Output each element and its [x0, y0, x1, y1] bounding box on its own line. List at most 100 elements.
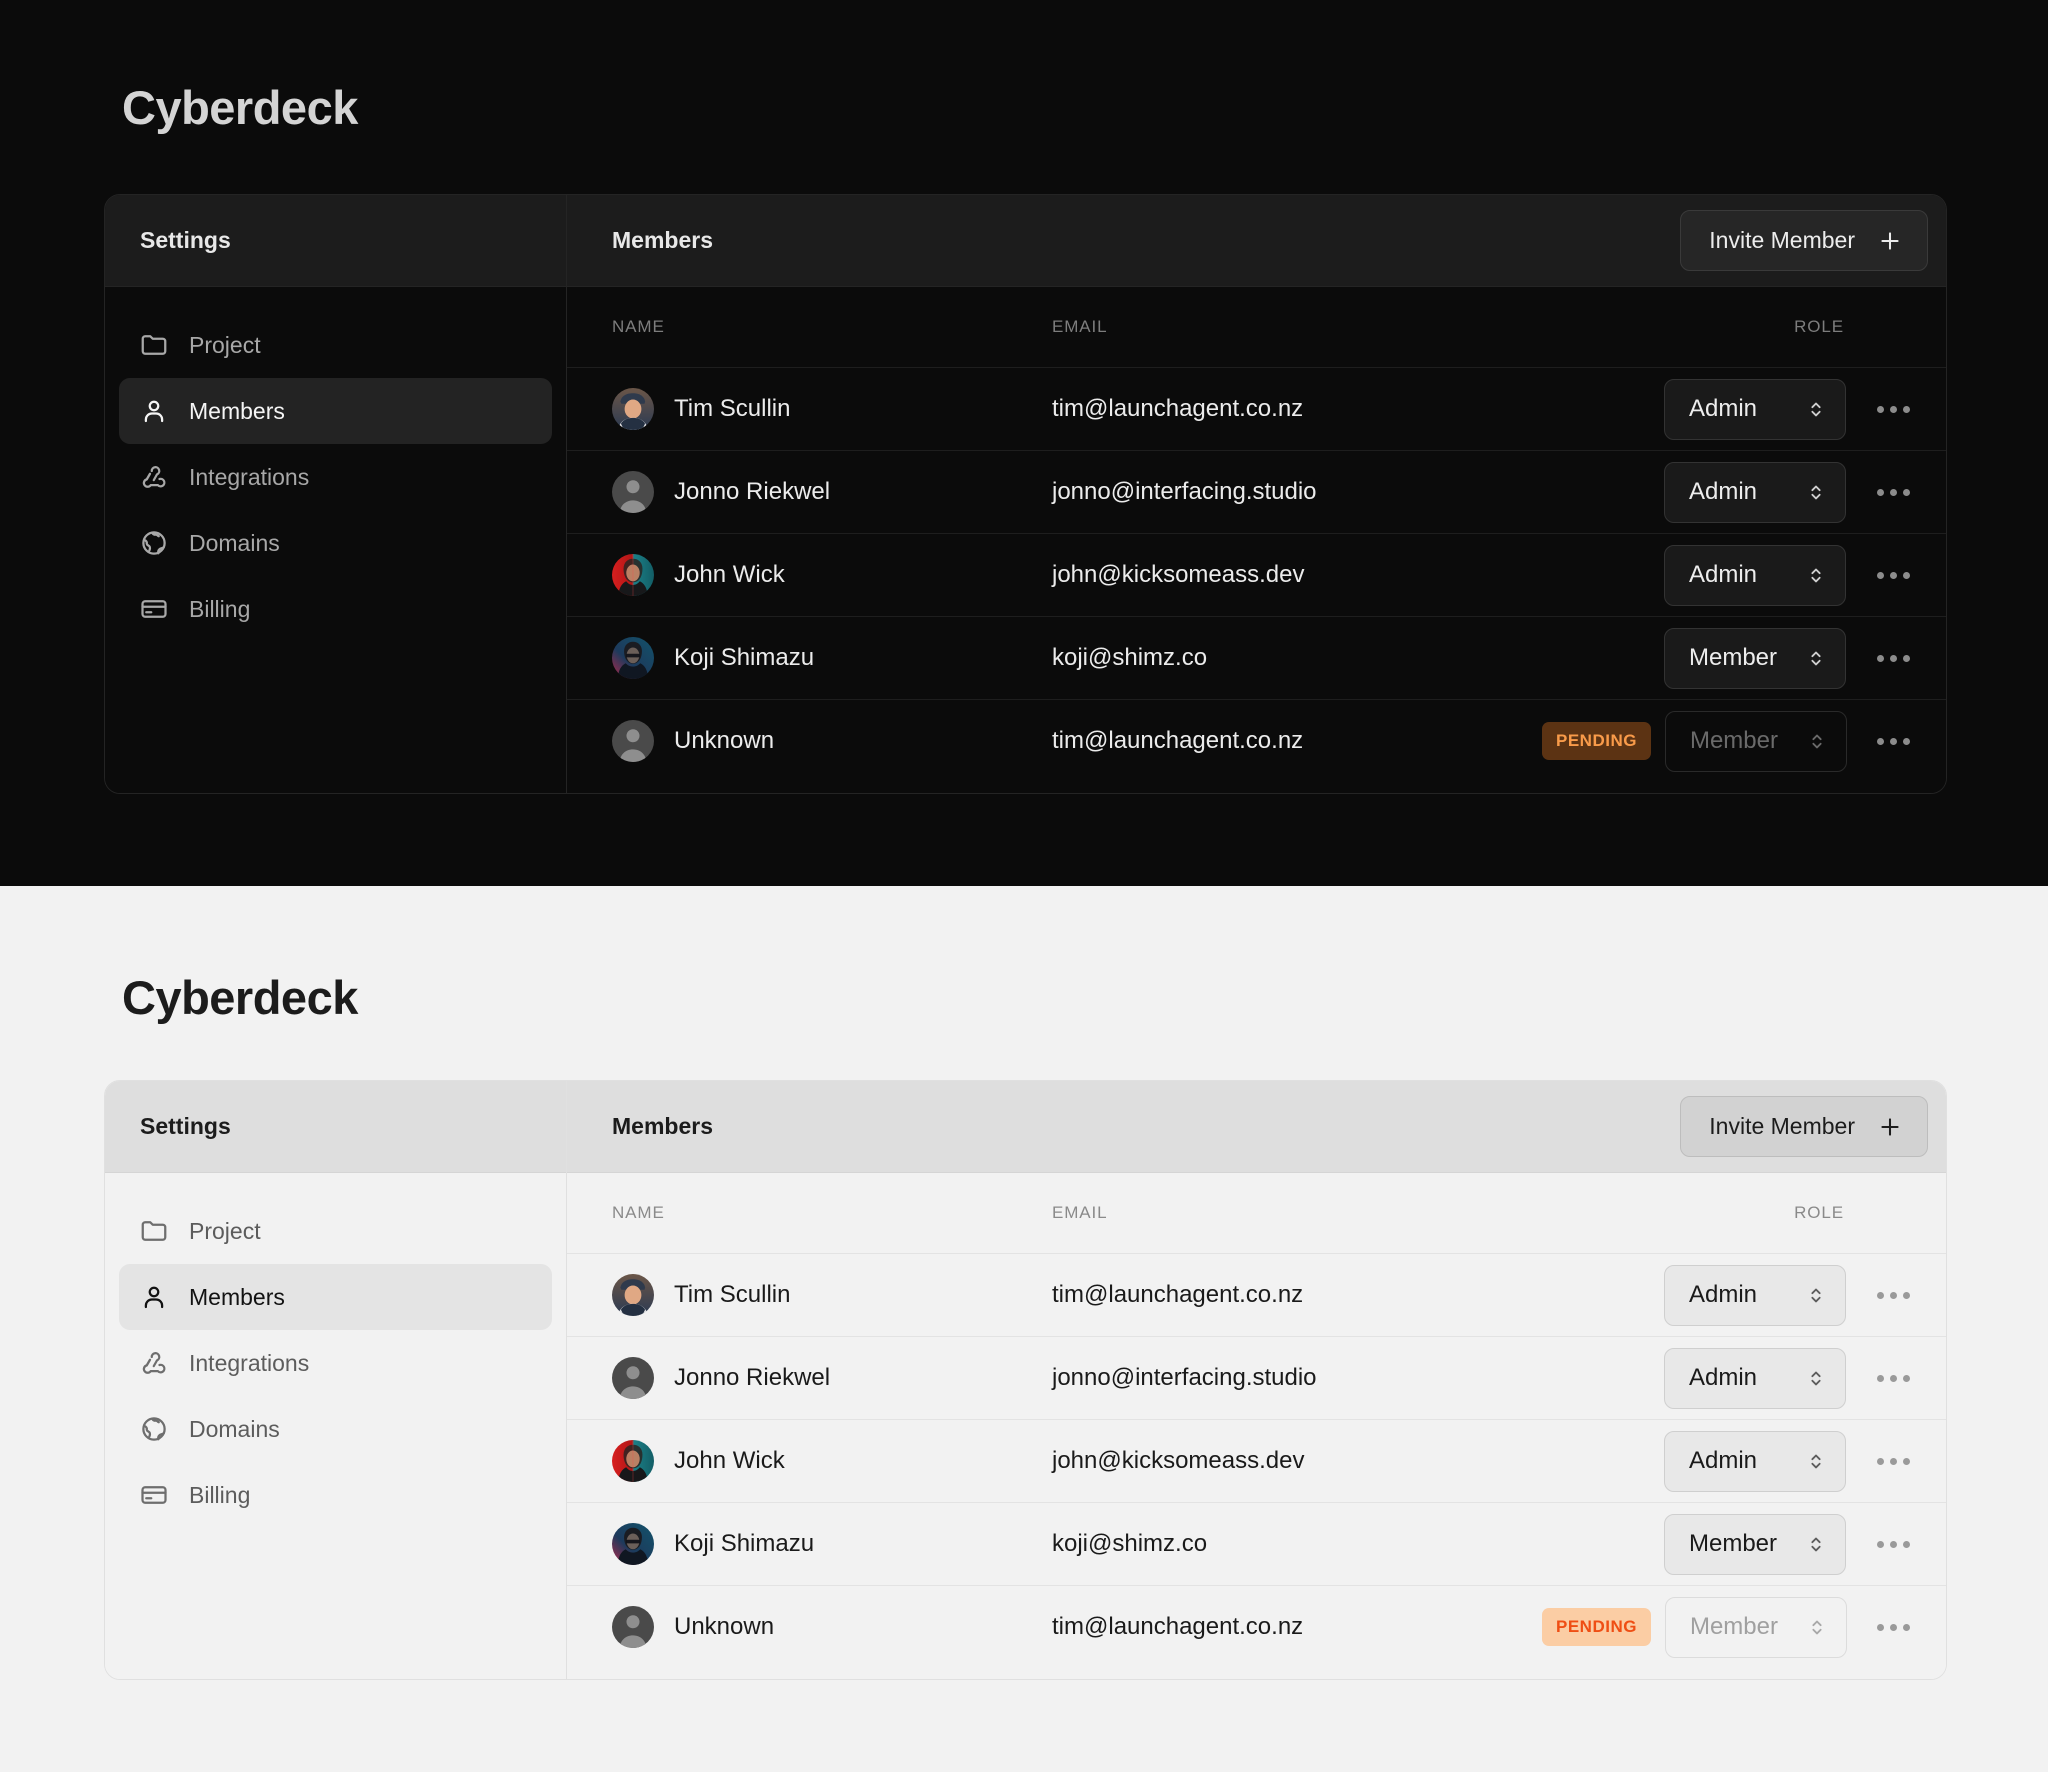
column-header-role: ROLE: [1542, 1203, 1920, 1223]
role-select-value: Admin: [1689, 1364, 1758, 1391]
sidebar-item-billing[interactable]: Billing: [119, 1462, 552, 1528]
sidebar-item-integrations[interactable]: Integrations: [119, 1330, 552, 1396]
members-content: Members Invite Member NAME EMAIL ROLE Ti…: [567, 195, 1946, 793]
sidebar-item-members[interactable]: Members: [119, 378, 552, 444]
avatar: [612, 554, 654, 596]
member-name: Koji Shimazu: [674, 644, 815, 671]
member-email: john@kicksomeass.dev: [1052, 1447, 1305, 1474]
column-header-email: EMAIL: [1052, 317, 1108, 336]
sidebar-item-domains[interactable]: Domains: [119, 1396, 552, 1462]
member-name: Unknown: [674, 1613, 775, 1640]
table-row: Jonno Riekwel jonno@interfacing.studio Adm…: [567, 1336, 1946, 1419]
column-header-name: NAME: [612, 1203, 665, 1222]
table-row: Koji Shimazu koji@shimz.co Member: [567, 1502, 1946, 1585]
role-select[interactable]: Admin: [1664, 461, 1846, 523]
role-select-value: Member: [1689, 727, 1778, 754]
invite-member-label: Invite Member: [1709, 227, 1855, 253]
credit-card-icon: [139, 594, 169, 624]
members-table: NAME EMAIL ROLE Tim Scullin tim@launchage…: [567, 287, 1946, 793]
chevron-up-down-icon: [1805, 1448, 1827, 1474]
member-email: koji@shimz.co: [1052, 644, 1208, 671]
row-more-menu-button[interactable]: [1866, 1268, 1920, 1322]
role-select[interactable]: Admin: [1664, 1430, 1846, 1492]
table-row: Tim Scullin tim@launchagent.co.nz Admin: [567, 367, 1946, 450]
sidebar-item-label: Project: [189, 1217, 261, 1244]
table-row: Koji Shimazu koji@shimz.co Member: [567, 616, 1946, 699]
member-role-cell: PENDING Member: [1542, 1596, 1920, 1658]
role-select[interactable]: Member: [1664, 1513, 1846, 1575]
role-select: Member: [1664, 1596, 1847, 1658]
members-rows-light: Tim Scullin tim@launchagent.co.nz Admin Jon…: [567, 1253, 1946, 1668]
role-select: Member: [1664, 710, 1847, 772]
chevron-up-down-icon: [1805, 396, 1827, 422]
row-more-menu-button[interactable]: [1866, 548, 1920, 602]
sidebar-item-label: Billing: [189, 1481, 251, 1508]
role-select[interactable]: Admin: [1664, 1264, 1846, 1326]
sidebar-item-label: Domains: [189, 529, 280, 556]
member-name-cell: Tim Scullin: [612, 388, 1052, 430]
avatar: [612, 388, 654, 430]
row-more-menu-button[interactable]: [1866, 1517, 1920, 1571]
settings-sidebar: Settings Project Members Integrations Do…: [105, 1081, 567, 1679]
member-role-cell: Member: [1542, 1513, 1920, 1575]
settings-panel-dark: Settings Project Members Integrations Do…: [104, 194, 1947, 794]
globe-icon: [139, 1414, 169, 1444]
chevron-up-down-icon: [1805, 562, 1827, 588]
settings-panel-light: Settings Project Members Integrations Do…: [104, 1080, 1947, 1680]
sidebar-item-label: Members: [189, 1283, 285, 1310]
table-header-row: NAME EMAIL ROLE: [567, 1173, 1946, 1253]
role-select[interactable]: Admin: [1664, 378, 1846, 440]
invite-member-button[interactable]: Invite Member: [1680, 210, 1928, 271]
member-email: tim@launchagent.co.nz: [1052, 395, 1304, 422]
chevron-up-down-icon: [1806, 1614, 1828, 1640]
row-more-menu-button[interactable]: [1866, 1434, 1920, 1488]
sidebar-nav: Project Members Integrations Domains Bil…: [105, 287, 566, 793]
row-more-menu-button[interactable]: [1866, 465, 1920, 519]
role-select-value: Admin: [1689, 395, 1758, 422]
row-more-menu-button[interactable]: [1866, 631, 1920, 685]
avatar: [612, 1523, 654, 1565]
sidebar-item-members[interactable]: Members: [119, 1264, 552, 1330]
credit-card-icon: [139, 1480, 169, 1510]
page-title: Cyberdeck: [122, 81, 358, 134]
sidebar-item-label: Project: [189, 331, 261, 358]
row-more-menu-button[interactable]: [1867, 1600, 1920, 1654]
settings-sidebar: Settings Project Members Integrations Do…: [105, 195, 567, 793]
folder-icon: [139, 330, 169, 360]
avatar: [612, 637, 654, 679]
member-role-cell: Admin: [1542, 1347, 1920, 1409]
row-more-menu-button[interactable]: [1866, 1351, 1920, 1405]
plus-icon: [1877, 1114, 1903, 1140]
sidebar-header: Settings: [105, 1081, 566, 1173]
row-more-menu-button[interactable]: [1866, 382, 1920, 436]
member-name-cell: Unknown: [612, 1606, 1052, 1648]
sidebar-item-label: Members: [189, 397, 285, 424]
role-select-value: Admin: [1689, 1447, 1758, 1474]
globe-icon: [139, 528, 169, 558]
members-content: Members Invite Member NAME EMAIL ROLE Ti…: [567, 1081, 1946, 1679]
sidebar-item-domains[interactable]: Domains: [119, 510, 552, 576]
role-select[interactable]: Member: [1664, 627, 1846, 689]
member-name: Unknown: [674, 727, 775, 754]
avatar: [612, 720, 654, 762]
member-role-cell: PENDING Member: [1542, 710, 1920, 772]
member-email: tim@launchagent.co.nz: [1052, 1281, 1304, 1308]
sidebar-item-label: Domains: [189, 1415, 280, 1442]
column-header-role-label: ROLE: [1794, 1203, 1844, 1222]
role-select[interactable]: Admin: [1664, 544, 1846, 606]
sidebar-item-integrations[interactable]: Integrations: [119, 444, 552, 510]
member-name-cell: Koji Shimazu: [612, 637, 1052, 679]
member-role-cell: Admin: [1542, 1264, 1920, 1326]
member-name: Jonno Riekwel: [674, 478, 831, 505]
member-name: John Wick: [674, 561, 785, 588]
sidebar-item-project[interactable]: Project: [119, 1198, 552, 1264]
member-name-cell: Tim Scullin: [612, 1274, 1052, 1316]
role-select[interactable]: Admin: [1664, 1347, 1846, 1409]
role-select-value: Member: [1689, 1613, 1778, 1640]
invite-member-button[interactable]: Invite Member: [1680, 1096, 1928, 1157]
sidebar-item-billing[interactable]: Billing: [119, 576, 552, 642]
sidebar-item-project[interactable]: Project: [119, 312, 552, 378]
invite-member-label: Invite Member: [1709, 1113, 1855, 1139]
row-more-menu-button[interactable]: [1867, 714, 1920, 768]
member-role-cell: Admin: [1542, 461, 1920, 523]
